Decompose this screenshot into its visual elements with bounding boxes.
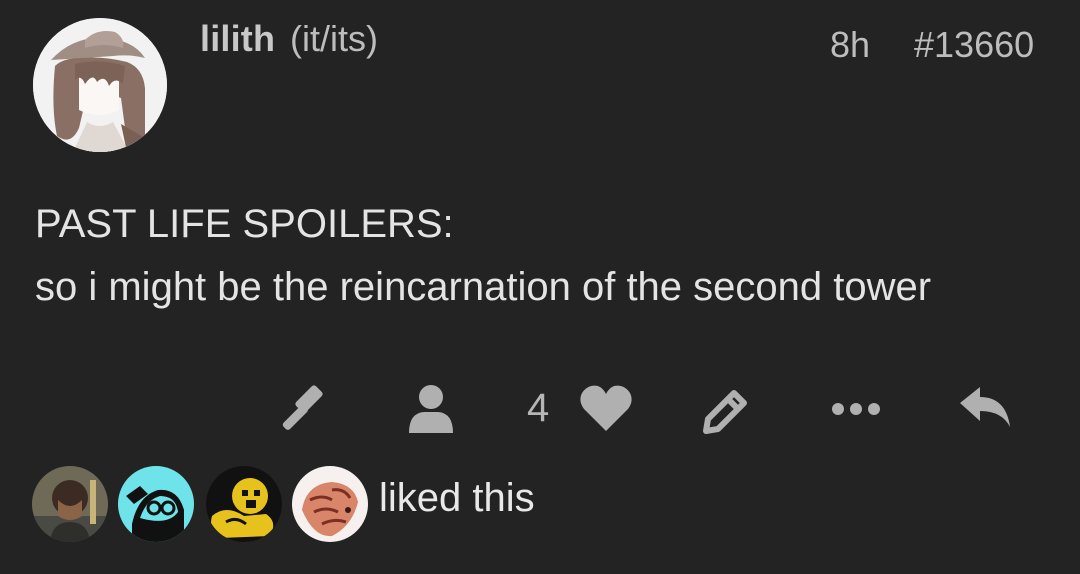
more-options-button[interactable] (828, 383, 884, 435)
post-body: PAST LIFE SPOILERS: so i might be the re… (35, 193, 1065, 319)
gavel-icon (276, 383, 332, 435)
liker-avatar[interactable] (292, 466, 368, 542)
post-body-line: PAST LIFE SPOILERS: (35, 202, 454, 246)
author-username[interactable]: lilith (200, 18, 275, 60)
reply-icon (956, 383, 1016, 435)
post-body-line: so i might be the reincarnation of the s… (35, 265, 932, 309)
author-avatar[interactable] (33, 18, 167, 152)
post-number[interactable]: #13660 (914, 24, 1034, 66)
liked-this-label: liked this (379, 476, 535, 520)
post-timestamp[interactable]: 8h (830, 24, 870, 66)
liker-avatar[interactable] (118, 466, 194, 542)
user-profile-button[interactable] (406, 383, 456, 435)
liker-avatar[interactable] (206, 466, 282, 542)
edit-button[interactable] (698, 383, 754, 435)
like-count: 4 (527, 386, 550, 430)
heart-icon (578, 383, 634, 435)
user-icon (406, 383, 456, 435)
pencil-icon (698, 383, 754, 435)
more-icon (828, 383, 884, 435)
ban-button[interactable] (276, 383, 332, 435)
liker-avatar[interactable] (32, 466, 108, 542)
author-pronouns: (it/its) (290, 18, 378, 59)
like-button[interactable] (578, 383, 634, 435)
reply-button[interactable] (956, 383, 1016, 435)
